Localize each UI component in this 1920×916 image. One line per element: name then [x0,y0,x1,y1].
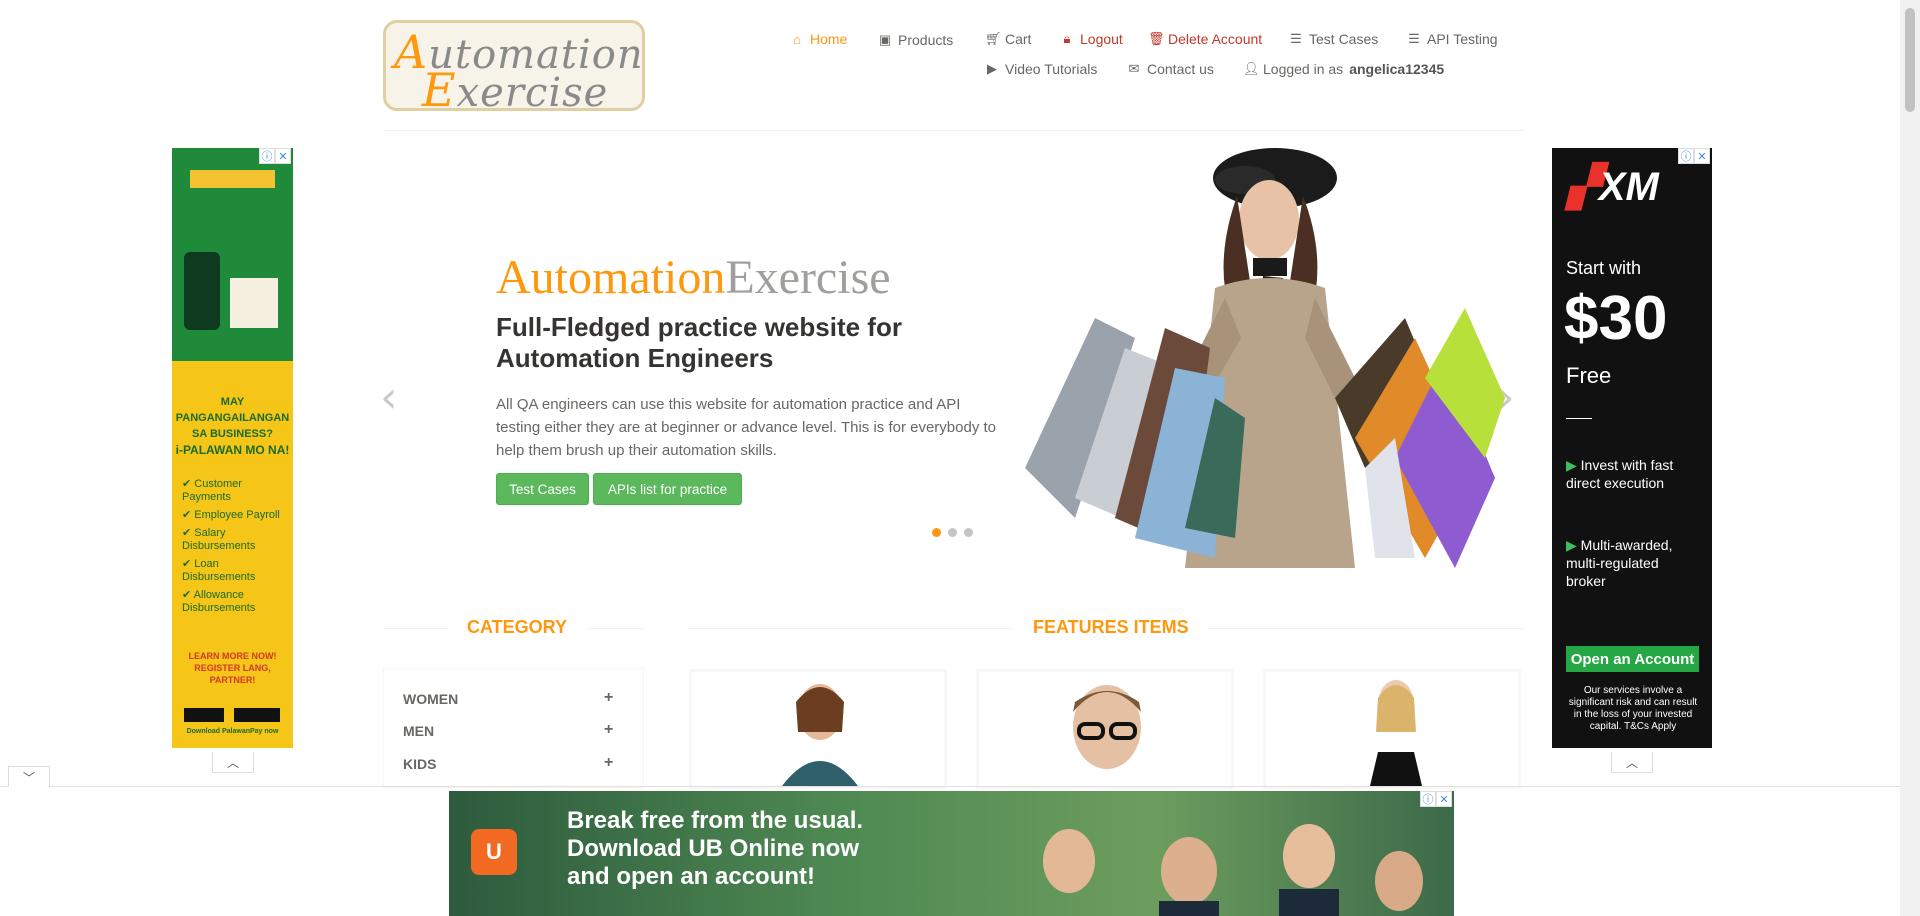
category-men[interactable]: MEN [403,723,434,739]
right-ad-controls: ⓘ ✕ [1678,148,1712,164]
nav-logout[interactable]: 🔒︎ Logout [1060,31,1123,47]
left-ad-item: ✔ Loan Disbursements [182,558,256,583]
slider-dot-3[interactable] [964,528,973,537]
ub-logo-icon: U [471,829,517,875]
product-image-2 [1073,685,1141,769]
nav-api-testing[interactable]: ☰ API Testing [1407,31,1497,47]
site-logo[interactable]: Automation Exercise [383,20,645,117]
page-scrollbar-thumb[interactable] [1905,8,1915,112]
nav-delete-account[interactable]: 🗑︎ Delete Account [1148,31,1262,47]
nav-video-tutorials[interactable]: ▶ Video Tutorials [985,61,1097,77]
ad-info-icon[interactable]: ⓘ [259,148,275,164]
products-icon: ▣ [878,32,892,47]
youtube-icon: ▶ [987,61,997,76]
right-ad-free: Free [1566,363,1612,388]
right-ad-banner[interactable]: ▞XM Start with $30 Free ▶ Invest with fa… [1552,148,1712,748]
category-women-expand-icon[interactable]: + [604,689,613,707]
lock-icon: 🔒︎ [1063,31,1071,46]
product-card-1[interactable] [689,669,947,789]
left-ad-item: ✔ Customer Payments [182,478,242,503]
right-ad-start-with: Start with [1566,258,1642,278]
right-ad-divider [1566,418,1592,419]
left-ad-item: ✔ Allowance Disbursements [182,589,256,614]
bottom-ad-collapse-chevron-down-icon[interactable]: ﹀ [8,766,50,787]
slider-prev-arrow[interactable]: ‹ [380,372,398,423]
features-items-title: Features Items [1013,617,1209,638]
right-ad-bullet-1: ▶ Invest with fast direct execution [1566,457,1674,491]
slider-description: All QA engineers can use this website fo… [496,396,997,459]
slider-brand-title: AutomationExercise [496,251,891,304]
slider-headline: Full-Fledged practice website for Automa… [496,312,902,373]
category-title: Category [447,617,588,638]
category-kids-expand-icon[interactable]: + [604,754,613,772]
list-icon: ☰ [1408,31,1420,46]
logo-line-2: Exercise [422,63,609,117]
left-ad-cta: LEARN MORE NOW! REGISTER LANG, PARTNER! [188,651,277,685]
left-ad-controls: ⓘ ✕ [259,148,293,164]
cart-icon: 🛒︎ [985,31,1002,46]
bottom-ad-text: Break free from the usual. Download UB O… [567,807,864,890]
right-ad-amount: $30 [1564,284,1668,353]
xm-logo: ▞XM [1568,165,1659,209]
slider-dot-2[interactable] [948,528,957,537]
ad-info-icon[interactable]: ⓘ [1678,148,1694,164]
right-ad-collapse-chevron-up-icon[interactable]: ︿ [1611,752,1653,773]
left-ad-item: ✔ Salary Disbursements [182,527,256,552]
home-icon: ⌂ [793,31,801,47]
category-panel: WOMEN + MEN + KIDS + [383,668,644,788]
right-ad-bullet-2: ▶ Multi-awarded, multi-regulated broker [1566,537,1673,589]
nav-test-cases[interactable]: ☰ Test Cases [1289,31,1378,47]
bottom-ad-people-image [1043,824,1423,916]
product-card-2[interactable] [976,669,1234,789]
list-icon: ☰ [1290,31,1302,46]
header-divider [383,130,1523,131]
category-kids[interactable]: KIDS [403,756,436,772]
product-image-3 [1370,680,1422,786]
product-card-3[interactable] [1263,669,1521,789]
nav-products[interactable]: ▣ Products [878,32,953,48]
ad-close-icon[interactable]: ✕ [275,148,291,164]
nav-home[interactable]: ⌂ Home [790,31,847,47]
nav-contact-us[interactable]: ✉ Contact us [1127,61,1214,77]
open-account-button[interactable]: Open an Account [1566,646,1699,672]
right-ad-disclaimer: Our services involve a significant risk … [1568,685,1698,732]
left-ad-list: ✔ Customer Payments ✔ Employee Payroll ✔… [182,478,292,620]
slider-dot-1[interactable] [932,528,941,537]
ad-close-icon[interactable]: ✕ [1694,148,1710,164]
category-men-expand-icon[interactable]: + [604,721,613,739]
page-scrollbar[interactable] [1900,0,1920,916]
left-ad-download: Download PalawanPay now [186,728,279,735]
ad-close-icon[interactable]: ✕ [1436,791,1452,807]
ad-info-icon[interactable]: ⓘ [1420,791,1436,807]
hero-shopping-girl-image [1025,148,1505,568]
envelope-icon: ✉ [1128,61,1140,76]
left-ad-banner[interactable]: MAY PANGANGAILANGAN SA BUSINESS? i-PALAW… [172,148,293,748]
bottom-ad-banner[interactable]: U Break free from the usual. Download UB… [449,791,1454,916]
left-ad-collapse-chevron-up-icon[interactable]: ︿ [212,752,254,773]
nav-cart[interactable]: 🛒︎ Cart [985,31,1031,47]
username: angelica12345 [1349,61,1445,77]
category-women[interactable]: WOMEN [403,691,458,707]
bottom-ad-divider [0,786,1900,787]
left-ad-headline: MAY PANGANGAILANGAN SA BUSINESS? i-PALAW… [175,396,290,457]
product-image-1 [782,684,858,786]
test-cases-button[interactable]: Test Cases [496,473,589,505]
bottom-ad-controls: ⓘ ✕ [1420,791,1454,807]
left-ad-item: ✔ Employee Payroll [182,509,280,521]
trash-icon: 🗑︎ [1148,31,1165,46]
apis-list-button[interactable]: APIs list for practice [593,473,742,505]
nav-logged-in-as: 👤︎ Logged in as angelica12345 [1243,61,1445,77]
user-icon: 👤︎ [1243,61,1260,76]
